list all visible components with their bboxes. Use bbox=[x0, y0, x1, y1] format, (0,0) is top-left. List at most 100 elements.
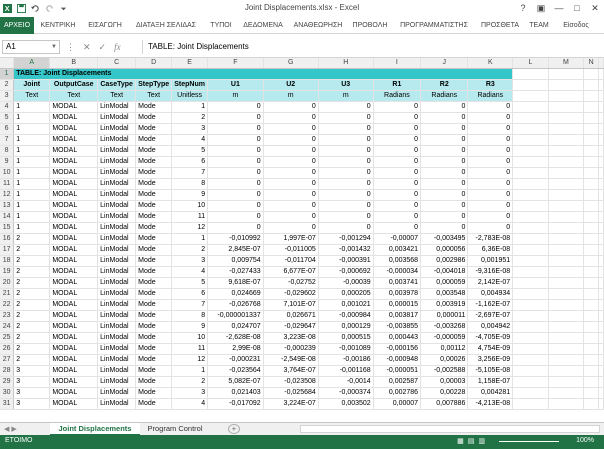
data-cell[interactable]: LinModal bbox=[97, 310, 137, 322]
data-cell[interactable]: -1,162E-07 bbox=[467, 299, 514, 311]
data-cell[interactable]: MODAL bbox=[49, 123, 99, 135]
data-cell[interactable]: MODAL bbox=[49, 134, 99, 146]
cell[interactable] bbox=[583, 79, 599, 91]
cell[interactable] bbox=[512, 222, 549, 234]
data-cell[interactable]: -0,00039 bbox=[318, 277, 374, 289]
data-cell[interactable]: 4 bbox=[171, 398, 209, 410]
data-cell[interactable]: 1 bbox=[13, 156, 51, 168]
formula-input[interactable]: TABLE: Joint Displacements bbox=[142, 40, 602, 54]
unit-cell[interactable]: m bbox=[207, 90, 264, 102]
data-cell[interactable]: 2 bbox=[13, 299, 51, 311]
data-cell[interactable]: Mode bbox=[135, 387, 173, 399]
row-header[interactable]: 17 bbox=[0, 244, 15, 256]
data-cell[interactable]: 3 bbox=[13, 376, 51, 388]
data-cell[interactable]: Mode bbox=[135, 167, 173, 179]
cell[interactable] bbox=[583, 398, 599, 410]
data-cell[interactable]: MODAL bbox=[49, 299, 99, 311]
data-cell[interactable]: Mode bbox=[135, 343, 173, 355]
cell[interactable] bbox=[548, 310, 585, 322]
cell[interactable] bbox=[583, 277, 599, 289]
data-cell[interactable]: 6,36E-08 bbox=[467, 244, 514, 256]
data-cell[interactable]: MODAL bbox=[49, 376, 99, 388]
data-cell[interactable]: 0,004942 bbox=[467, 321, 514, 333]
data-cell[interactable]: 0,001021 bbox=[318, 299, 374, 311]
data-cell[interactable]: 3 bbox=[13, 398, 51, 410]
row-header[interactable]: 29 bbox=[0, 376, 15, 388]
data-cell[interactable]: 8 bbox=[171, 178, 209, 190]
data-cell[interactable]: MODAL bbox=[49, 266, 99, 278]
data-cell[interactable]: 9 bbox=[171, 321, 209, 333]
data-cell[interactable]: MODAL bbox=[49, 156, 99, 168]
data-cell[interactable]: MODAL bbox=[49, 233, 99, 245]
data-cell[interactable]: 0 bbox=[318, 145, 374, 157]
data-cell[interactable]: 0,024669 bbox=[207, 288, 264, 300]
data-cell[interactable]: 0 bbox=[373, 101, 422, 113]
tab-file[interactable]: ΑΡΧΕΙΟ bbox=[0, 16, 34, 34]
data-cell[interactable]: 5 bbox=[171, 145, 209, 157]
cell[interactable] bbox=[512, 332, 549, 344]
cell[interactable] bbox=[512, 200, 549, 212]
data-cell[interactable]: 1 bbox=[13, 167, 51, 179]
data-cell[interactable]: Mode bbox=[135, 255, 173, 267]
data-cell[interactable]: -0,023508 bbox=[263, 376, 319, 388]
data-cell[interactable]: 0 bbox=[207, 222, 264, 234]
cell[interactable] bbox=[583, 123, 599, 135]
cell[interactable] bbox=[512, 134, 549, 146]
horizontal-scrollbar[interactable] bbox=[300, 425, 600, 433]
cell[interactable] bbox=[548, 90, 585, 102]
column-header-d[interactable]: D bbox=[135, 58, 173, 69]
tab-team[interactable]: TEAM bbox=[524, 17, 554, 34]
column-header-m[interactable]: M bbox=[548, 58, 585, 69]
cell[interactable] bbox=[583, 68, 599, 80]
row-header[interactable]: 24 bbox=[0, 321, 15, 333]
data-cell[interactable]: MODAL bbox=[49, 222, 99, 234]
cell[interactable] bbox=[548, 178, 585, 190]
cell[interactable] bbox=[548, 211, 585, 223]
tab-view[interactable]: ΠΡΟΒΟΛΗ bbox=[348, 17, 392, 34]
data-cell[interactable]: -4,705E-09 bbox=[467, 332, 514, 344]
cell[interactable] bbox=[548, 79, 585, 91]
data-cell[interactable]: 0,009754 bbox=[207, 255, 264, 267]
row-header[interactable]: 12 bbox=[0, 189, 15, 201]
data-cell[interactable]: 2 bbox=[13, 321, 51, 333]
cell[interactable] bbox=[548, 156, 585, 168]
data-cell[interactable]: 0,000515 bbox=[318, 332, 374, 344]
cell[interactable] bbox=[512, 387, 549, 399]
data-cell[interactable]: 0 bbox=[373, 112, 422, 124]
data-cell[interactable]: 0 bbox=[263, 200, 319, 212]
data-cell[interactable]: 0 bbox=[263, 178, 319, 190]
row-header[interactable]: 26 bbox=[0, 343, 15, 355]
row-header[interactable]: 9 bbox=[0, 156, 15, 168]
unit-cell[interactable]: m bbox=[263, 90, 319, 102]
data-cell[interactable]: Mode bbox=[135, 376, 173, 388]
data-cell[interactable]: Mode bbox=[135, 233, 173, 245]
data-cell[interactable]: LinModal bbox=[97, 266, 137, 278]
data-cell[interactable]: 0,004281 bbox=[467, 387, 514, 399]
data-cell[interactable]: 0 bbox=[373, 156, 422, 168]
data-cell[interactable]: 7 bbox=[171, 299, 209, 311]
data-cell[interactable]: 0,000059 bbox=[420, 277, 469, 289]
data-cell[interactable]: 0 bbox=[373, 145, 422, 157]
column-header-c[interactable]: C bbox=[97, 58, 137, 69]
data-cell[interactable]: 0 bbox=[207, 167, 264, 179]
data-cell[interactable]: 0 bbox=[318, 156, 374, 168]
data-cell[interactable]: LinModal bbox=[97, 178, 137, 190]
cell[interactable] bbox=[583, 310, 599, 322]
cell[interactable] bbox=[548, 321, 585, 333]
data-cell[interactable]: Mode bbox=[135, 266, 173, 278]
column-header-f[interactable]: F bbox=[207, 58, 264, 69]
data-cell[interactable]: 0 bbox=[207, 156, 264, 168]
data-cell[interactable]: 4,754E-09 bbox=[467, 343, 514, 355]
data-cell[interactable]: -0,003268 bbox=[420, 321, 469, 333]
data-cell[interactable]: 1,997E-07 bbox=[263, 233, 319, 245]
tab-data[interactable]: ΔΕΔΟΜΕΝΑ bbox=[238, 17, 288, 34]
data-cell[interactable]: 0 bbox=[318, 167, 374, 179]
data-cell[interactable]: LinModal bbox=[97, 233, 137, 245]
data-cell[interactable]: MODAL bbox=[49, 255, 99, 267]
data-cell[interactable]: 0 bbox=[420, 123, 469, 135]
data-cell[interactable]: 2 bbox=[13, 310, 51, 322]
row-header[interactable]: 1 bbox=[0, 68, 15, 80]
data-cell[interactable]: -0,011704 bbox=[263, 255, 319, 267]
field-header-cell[interactable]: R1 bbox=[373, 79, 422, 91]
row-header[interactable]: 2 bbox=[0, 79, 15, 91]
